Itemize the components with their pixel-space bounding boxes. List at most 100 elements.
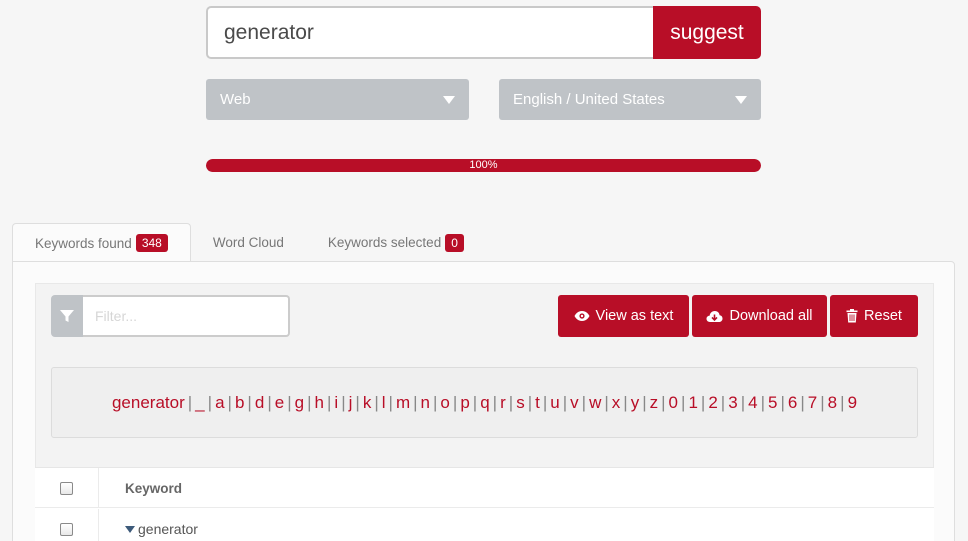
alphabet-link[interactable]: b: [235, 393, 244, 413]
alphabet-separator: |: [267, 392, 272, 412]
alphabet-separator: |: [472, 392, 478, 412]
alphabet-separator: |: [780, 392, 785, 412]
alphabet-link[interactable]: q: [480, 393, 489, 413]
alphabet-link[interactable]: 1: [688, 393, 697, 413]
alphabet-link[interactable]: s: [516, 393, 525, 413]
select-all-checkbox[interactable]: [60, 481, 73, 495]
alphabet-link[interactable]: m: [396, 393, 410, 413]
alphabet-link[interactable]: z: [650, 393, 659, 413]
alphabet-link[interactable]: w: [589, 393, 601, 413]
alphabet-link[interactable]: g: [295, 393, 304, 413]
keyword-cell: generator: [125, 509, 198, 541]
alphabet-separator: |: [760, 392, 765, 412]
filter-group: [51, 295, 290, 337]
alphabet-separator: |: [388, 392, 393, 412]
keywords-panel-body: View as text Download all Reset generato…: [35, 283, 934, 541]
table-header-row: Keyword: [35, 468, 934, 508]
search-input[interactable]: [206, 6, 653, 59]
alphabet-link[interactable]: o: [440, 393, 449, 413]
alphabet-link[interactable]: 0: [669, 393, 678, 413]
alphabet-separator: |: [374, 392, 379, 412]
alphabet-link[interactable]: 9: [848, 393, 857, 413]
alphabet-link[interactable]: _: [195, 393, 204, 413]
reset-button[interactable]: Reset: [830, 295, 918, 337]
source-select[interactable]: Web: [206, 79, 469, 120]
alphabet-separator: |: [508, 392, 514, 412]
reset-label: Reset: [864, 308, 902, 324]
row-checkbox[interactable]: [60, 522, 73, 536]
select-all-cell: [35, 468, 99, 508]
source-select-value: Web: [220, 91, 251, 108]
keyword-text: generator: [138, 521, 198, 537]
alphabet-link[interactable]: p: [460, 393, 469, 413]
alphabet-separator: |: [207, 392, 213, 412]
alphabet-link[interactable]: 8: [828, 393, 837, 413]
keywords-found-count-badge: 348: [135, 234, 168, 252]
alphabet-link[interactable]: 6: [788, 393, 797, 413]
alphabet-link[interactable]: 3: [728, 393, 737, 413]
alphabet-link[interactable]: r: [500, 393, 506, 413]
tab-keywords-found[interactable]: Keywords found 348: [12, 223, 191, 263]
alphabet-separator: |: [492, 392, 498, 412]
alphabet-link[interactable]: t: [535, 393, 540, 413]
keyword-column-header[interactable]: Keyword: [125, 468, 182, 508]
table-row: generator: [35, 509, 934, 541]
alphabet-separator: |: [820, 392, 825, 412]
alphabet-link[interactable]: j: [349, 393, 353, 413]
alphabet-link[interactable]: a: [215, 393, 224, 413]
alphabet-link[interactable]: 7: [808, 393, 817, 413]
alphabet-separator: |: [433, 392, 438, 412]
language-select-value: English / United States: [513, 91, 665, 108]
download-all-button[interactable]: Download all: [692, 295, 827, 337]
language-select[interactable]: English / United States: [499, 79, 761, 120]
alphabet-separator: |: [700, 392, 706, 412]
alphabet-link[interactable]: v: [570, 393, 579, 413]
row-check-cell: [35, 509, 99, 541]
keyword-table: Keyword generator: [35, 467, 934, 541]
alphabet-link[interactable]: e: [275, 393, 284, 413]
alphabet-separator: |: [452, 392, 458, 412]
filter-input[interactable]: [83, 295, 290, 337]
alphabet-separator: |: [604, 392, 609, 412]
alphabet-filter-bar: generator | _ | a | b | d | e | g | h | i | j | k | l | m | n | o | p |…: [51, 367, 918, 438]
alphabet-separator: |: [840, 392, 845, 412]
tab-bar: Keywords found 348 Word Cloud Keywords s…: [12, 223, 486, 263]
alphabet-link[interactable]: u: [550, 393, 559, 413]
triangle-down-icon: [125, 525, 135, 533]
alphabet-link[interactable]: generator: [112, 393, 185, 413]
download-all-label: Download all: [729, 308, 813, 324]
alphabet-separator: |: [623, 392, 628, 412]
tab-word-cloud[interactable]: Word Cloud: [191, 223, 306, 262]
keyword-group-toggle[interactable]: generator: [125, 521, 198, 537]
alphabet-link[interactable]: i: [334, 393, 338, 413]
alphabet-separator: |: [355, 392, 360, 412]
suggest-button[interactable]: suggest: [653, 6, 761, 59]
alphabet-separator: |: [542, 392, 548, 412]
alphabet-separator: |: [740, 392, 746, 412]
search-bar: suggest: [206, 6, 761, 59]
progress-label: 100%: [469, 159, 498, 171]
progress-bar: 100%: [206, 159, 761, 172]
alphabet-separator: |: [562, 392, 568, 412]
tab-keywords-selected[interactable]: Keywords selected 0: [306, 223, 486, 262]
alphabet-link[interactable]: h: [315, 393, 324, 413]
view-as-text-button[interactable]: View as text: [558, 295, 689, 337]
alphabet-separator: |: [681, 392, 686, 412]
alphabet-link[interactable]: d: [255, 393, 264, 413]
alphabet-link[interactable]: y: [631, 393, 640, 413]
alphabet-separator: |: [326, 392, 332, 412]
alphabet-separator: |: [642, 392, 647, 412]
alphabet-separator: |: [307, 392, 312, 412]
alphabet-link[interactable]: l: [382, 393, 386, 413]
alphabet-link[interactable]: k: [363, 393, 372, 413]
keywords-selected-count-badge: 0: [445, 233, 464, 252]
alphabet-link[interactable]: x: [612, 393, 621, 413]
tab-label: Word Cloud: [212, 235, 284, 250]
funnel-icon: [51, 295, 83, 337]
alphabet-link[interactable]: 5: [768, 393, 777, 413]
alphabet-link[interactable]: 2: [708, 393, 717, 413]
keyword-column-label: Keyword: [125, 480, 183, 496]
alphabet-separator: |: [247, 392, 252, 412]
alphabet-link[interactable]: 4: [748, 393, 757, 413]
alphabet-link[interactable]: n: [421, 393, 430, 413]
